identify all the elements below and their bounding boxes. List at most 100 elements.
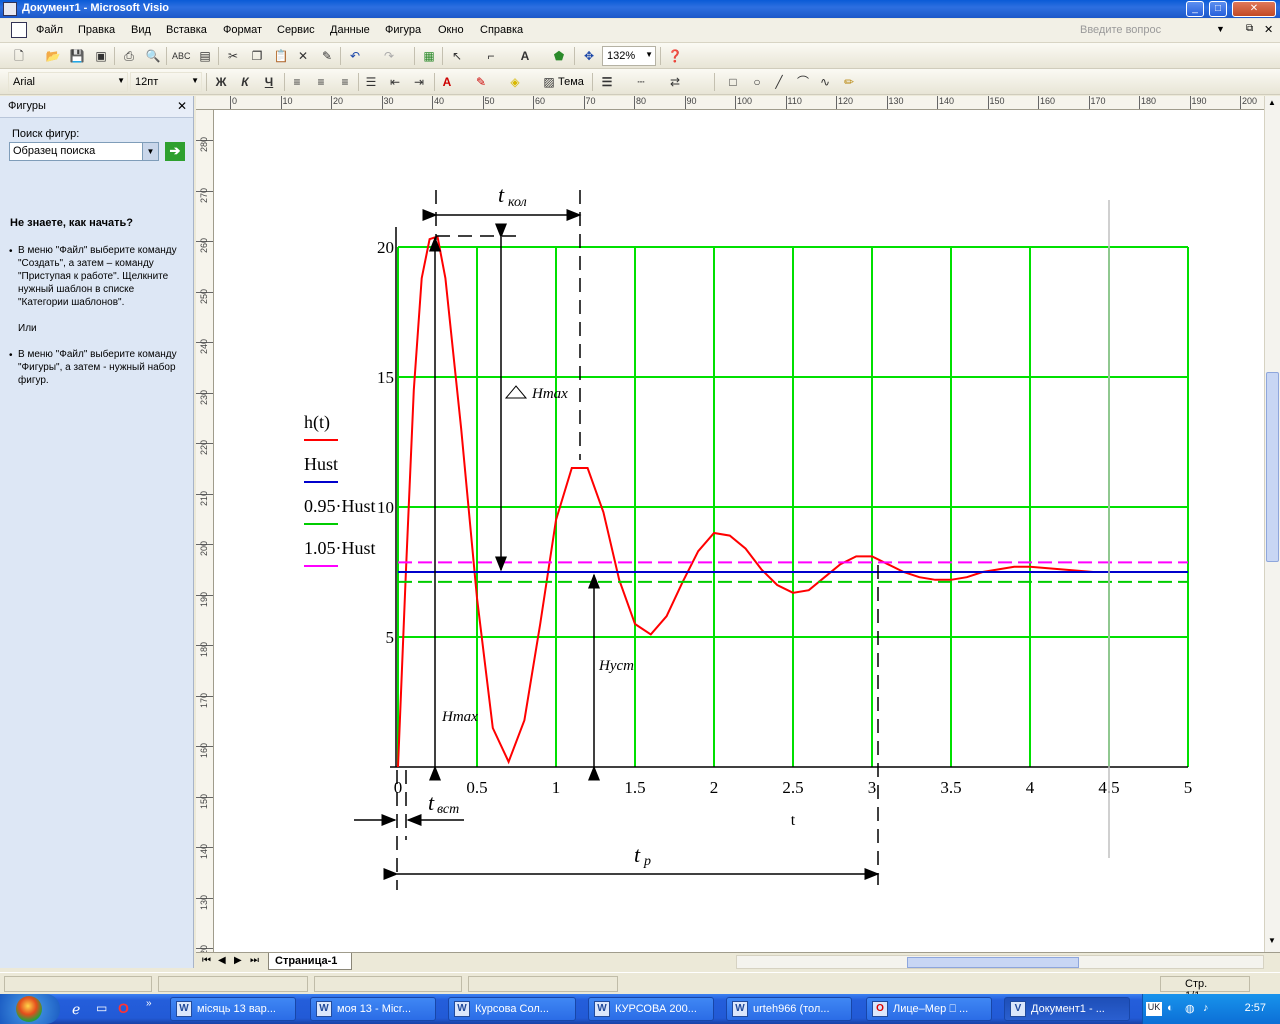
tray-icon[interactable]: ◐ [1167, 1002, 1174, 1014]
close-doc-icon[interactable]: ✕ [1264, 23, 1273, 36]
align-left-icon[interactable]: ≡ [288, 73, 306, 91]
rectangle-tool-icon[interactable]: □ [724, 73, 742, 91]
line-ends-icon[interactable]: ⇄ [666, 73, 684, 91]
decrease-indent-icon[interactable]: ⇤ [386, 73, 404, 91]
taskbar-item[interactable]: O Лице–Мер ⎕ ... [866, 997, 992, 1021]
menu-file[interactable]: Файл [36, 24, 63, 36]
undo-icon[interactable]: ↶ [346, 47, 364, 65]
opera-icon[interactable]: O [118, 1000, 129, 1016]
cut-icon[interactable]: ✂ [224, 47, 242, 65]
copy-icon[interactable]: ❐ [248, 47, 266, 65]
menu-tools[interactable]: Сервис [277, 24, 315, 36]
page-tab-1[interactable]: Страница-1 [268, 953, 352, 970]
close-icon[interactable]: ✕ [177, 99, 187, 113]
start-button[interactable] [0, 994, 60, 1024]
menu-data[interactable]: Данные [330, 24, 370, 36]
chevron-right-icon[interactable]: » [146, 998, 152, 1009]
stamp-tool-icon[interactable]: ⬟ [550, 47, 568, 65]
close-button[interactable]: ✕ [1232, 1, 1276, 17]
fill-color-icon[interactable]: ◈ [506, 73, 524, 91]
volume-icon[interactable]: ♪ [1203, 1002, 1209, 1014]
menu-edit[interactable]: Правка [78, 24, 115, 36]
connector-tool-icon[interactable]: ⌐ [482, 47, 500, 65]
menu-insert[interactable]: Вставка [166, 24, 207, 36]
taskbar-item[interactable]: Wмоя 13 - Micr... [310, 997, 436, 1021]
menu-shape[interactable]: Фигура [385, 24, 421, 36]
theme-icon[interactable]: ▨ [540, 73, 558, 91]
new-icon[interactable]: 🗋 [10, 47, 28, 65]
document-icon[interactable] [11, 22, 27, 38]
help-search-input[interactable]: Введите вопрос [1080, 24, 1161, 36]
line-tool-icon[interactable]: ╱ [770, 73, 788, 91]
shapes-icon[interactable]: ▦ [420, 47, 438, 65]
ellipse-tool-icon[interactable]: ○ [748, 73, 766, 91]
vertical-scroll-thumb[interactable] [1266, 372, 1279, 562]
menu-view[interactable]: Вид [131, 24, 151, 36]
spelling-icon[interactable]: ABC [172, 47, 191, 65]
font-select[interactable]: Arial ▼ [8, 72, 128, 92]
language-indicator[interactable]: UK [1146, 1002, 1162, 1016]
underline-button[interactable]: Ч [260, 73, 278, 91]
minimize-button[interactable]: _ [1186, 1, 1204, 17]
horizontal-scrollbar[interactable] [736, 955, 1264, 969]
pointer-tool-icon[interactable]: ↖ [448, 47, 466, 65]
taskbar-item[interactable]: W КУРСОВА 200... [588, 997, 714, 1021]
scroll-up-icon[interactable]: ▲ [1268, 98, 1276, 107]
taskbar-item[interactable]: Wurteh966 (тол... [726, 997, 852, 1021]
delete-icon[interactable]: ✕ [294, 47, 312, 65]
vertical-scrollbar[interactable]: ▲ ▼ [1264, 96, 1280, 952]
pan-zoom-icon[interactable]: ✥ [580, 47, 598, 65]
line-pattern-icon[interactable]: ┄ [632, 73, 650, 91]
menu-format[interactable]: Формат [223, 24, 262, 36]
italic-button[interactable]: К [236, 73, 254, 91]
tray-icon[interactable]: ◍ [1185, 1002, 1195, 1015]
open-icon[interactable]: 📂 [44, 47, 62, 65]
format-painter-icon[interactable]: ✎ [318, 47, 336, 65]
print-icon[interactable]: ⎙ [120, 47, 138, 65]
scroll-down-icon[interactable]: ▼ [1268, 936, 1276, 945]
freeform-tool-icon[interactable]: ∿ [816, 73, 834, 91]
redo-icon[interactable]: ↷ [380, 47, 398, 65]
vertical-ruler[interactable]: 280 270 260 250 240 230 220 210 200 190 180 170 160 1… [196, 110, 214, 952]
drawing-canvas[interactable]: 0 0.5 1 1.5 2 2.5 3 3.5 4 4.5 5 5 10 15 20 t h(t) Hust 0.9… [214, 110, 1264, 952]
search-go-button[interactable]: ➔ [165, 142, 185, 161]
paste-icon[interactable]: 📋 [272, 47, 290, 65]
arc-tool-icon[interactable]: ⌒ [794, 73, 812, 91]
restore-doc-icon[interactable]: ⧉ [1246, 23, 1253, 34]
ie-icon[interactable]: ℯ [72, 1001, 80, 1018]
align-right-icon[interactable]: ≡ [336, 73, 354, 91]
font-color-icon[interactable]: A [438, 73, 456, 91]
horizontal-scroll-thumb[interactable] [907, 957, 1079, 968]
last-page-icon[interactable]: ⏭ [250, 955, 259, 966]
first-page-icon[interactable]: ⏮ [202, 955, 211, 966]
permission-icon[interactable]: ▣ [92, 47, 110, 65]
research-icon[interactable]: ▤ [196, 47, 214, 65]
text-tool-icon[interactable]: A [516, 47, 534, 65]
pencil-tool-icon[interactable]: ✏ [840, 73, 858, 91]
menu-help[interactable]: Справка [480, 24, 523, 36]
save-icon[interactable]: 💾 [68, 47, 86, 65]
prev-page-icon[interactable]: ◀ [218, 955, 226, 966]
theme-label[interactable]: Тема [558, 76, 584, 88]
line-weight-icon[interactable]: ☰ [598, 73, 616, 91]
font-size-select[interactable]: 12пт ▼ [130, 72, 202, 92]
bold-button[interactable]: Ж [212, 73, 230, 91]
chevron-down-icon[interactable]: ▼ [142, 143, 158, 160]
horizontal-ruler[interactable]: 0 10 20 30 40 50 60 70 80 90 100 110 120 130 140 150 160… [196, 96, 1264, 110]
menu-window[interactable]: Окно [438, 24, 464, 36]
taskbar-item[interactable]: W Курсова Сол... [448, 997, 576, 1021]
help-icon[interactable]: ❓ [666, 47, 684, 65]
line-color-icon[interactable]: ✎ [472, 73, 490, 91]
increase-indent-icon[interactable]: ⇥ [410, 73, 428, 91]
align-center-icon[interactable]: ≡ [312, 73, 330, 91]
taskbar-item[interactable]: Wмісяць 13 вар... [170, 997, 296, 1021]
show-desktop-icon[interactable]: ▭ [96, 1001, 107, 1015]
chevron-down-icon[interactable]: ▼ [1216, 24, 1225, 34]
bullets-icon[interactable]: ☰ [362, 73, 380, 91]
visio-app-icon[interactable] [3, 2, 17, 16]
print-preview-icon[interactable]: 🔍 [144, 47, 162, 65]
zoom-select[interactable]: 132% ▼ [602, 46, 656, 66]
maximize-button[interactable]: □ [1209, 1, 1227, 17]
next-page-icon[interactable]: ▶ [234, 955, 242, 966]
taskbar-item[interactable]: V Документ1 - ... [1004, 997, 1130, 1021]
